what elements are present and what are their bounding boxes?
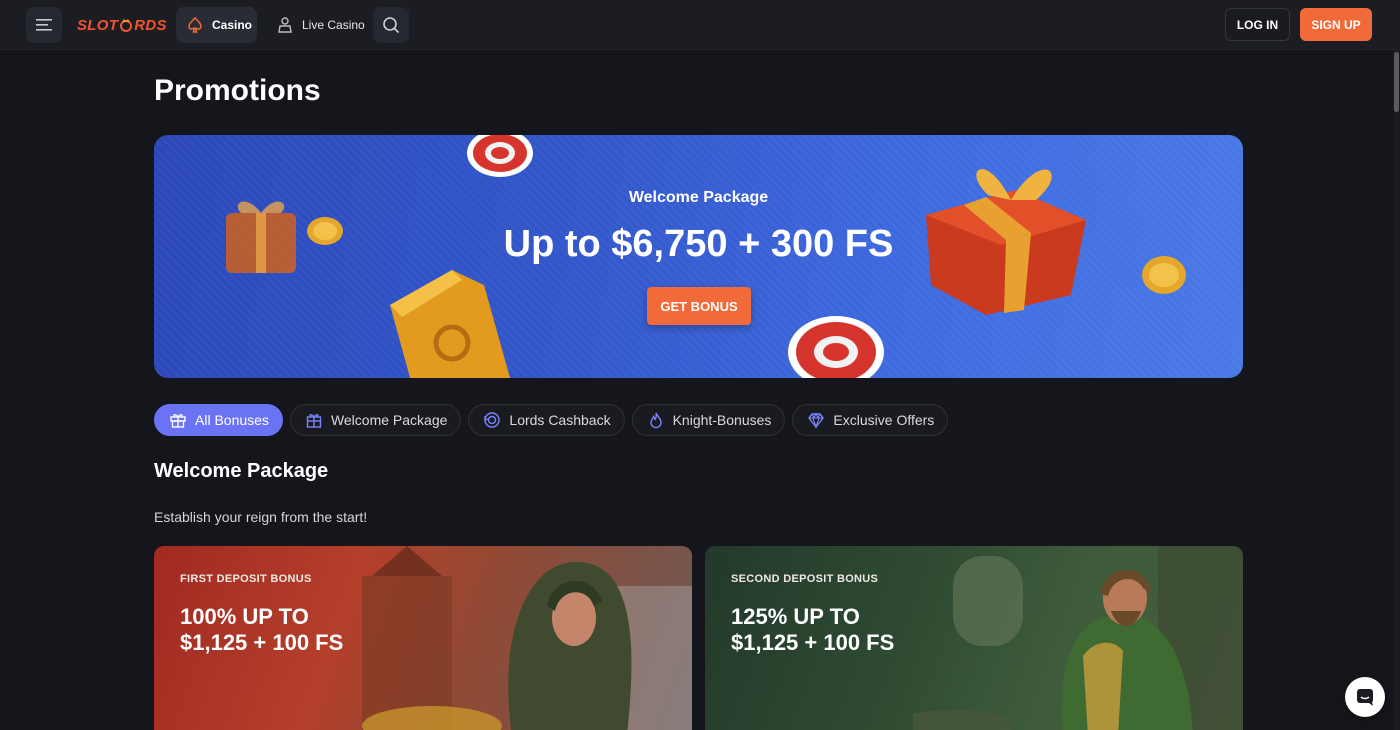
tab-lords-cashback[interactable]: Lords Cashback — [468, 404, 625, 436]
card-title: 100% UP TO $1,125 + 100 FS — [180, 604, 420, 656]
card-title-line2: $1,125 + 100 FS — [731, 630, 895, 655]
section-description: Establish your reign from the start! — [154, 509, 368, 525]
login-button[interactable]: LOG IN — [1225, 8, 1290, 41]
dealer-icon — [278, 17, 292, 33]
flame-icon — [649, 412, 662, 429]
nav-casino[interactable]: Casino — [176, 7, 257, 43]
card-label: FIRST DEPOSIT BONUS — [180, 573, 312, 585]
hero-title: Up to $6,750 + 300 FS — [503, 223, 894, 265]
tab-knight-bonuses[interactable]: Knight-Bonuses — [631, 404, 786, 436]
logo-text-left: SLOT — [77, 16, 119, 34]
card-title: 125% UP TO $1,125 + 100 FS — [731, 604, 971, 656]
card-title-line2: $1,125 + 100 FS — [180, 630, 344, 655]
tab-welcome-package[interactable]: Welcome Package — [289, 404, 462, 436]
top-header: SLOT RDS Casino Live Casino LOG IN SIGN … — [0, 0, 1400, 50]
second-deposit-bonus-card[interactable]: SECOND DEPOSIT BONUS 125% UP TO $1,125 +… — [705, 546, 1243, 730]
card-label: SECOND DEPOSIT BONUS — [731, 573, 879, 585]
first-deposit-bonus-card[interactable]: FIRST DEPOSIT BONUS 100% UP TO $1,125 + … — [154, 546, 692, 730]
gift-icon — [170, 414, 186, 428]
tab-label: Welcome Package — [330, 412, 448, 428]
card-title-line1: 100% UP TO — [180, 604, 309, 629]
signup-button[interactable]: SIGN UP — [1300, 8, 1372, 41]
logo-text-right: RDS — [134, 16, 167, 34]
welcome-hero-banner[interactable]: Welcome Package Up to $6,750 + 300 FS GE… — [154, 135, 1243, 378]
bonus-filter-tabs: All Bonuses Welcome Package Lords Cashba… — [154, 404, 949, 436]
tab-label: Exclusive Offers — [833, 412, 935, 428]
spade-icon — [188, 16, 202, 33]
gift-box-icon — [306, 414, 322, 428]
chat-icon — [1357, 689, 1373, 706]
cashback-icon — [484, 412, 501, 428]
gold-bar-decoration — [390, 270, 511, 378]
tab-label: Knight-Bonuses — [672, 412, 772, 428]
get-bonus-button[interactable]: GET BONUS — [647, 287, 751, 325]
section-title: Welcome Package — [154, 460, 329, 482]
menu-button[interactable] — [26, 7, 62, 43]
poker-chip-top — [467, 135, 533, 177]
diamond-icon — [808, 412, 825, 429]
hero-subtitle: Welcome Package — [628, 189, 769, 206]
hamburger-icon — [36, 19, 52, 31]
tab-label: Lords Cashback — [509, 412, 611, 428]
search-button[interactable] — [373, 7, 409, 43]
crown-logo-icon — [120, 19, 133, 32]
tab-exclusive-offers[interactable]: Exclusive Offers — [792, 404, 949, 436]
live-chat-button[interactable] — [1345, 677, 1385, 717]
site-logo[interactable]: SLOT RDS — [77, 13, 167, 37]
scrollbar-thumb[interactable] — [1394, 52, 1399, 112]
page-title: Promotions — [154, 74, 321, 107]
poker-chip-bottom — [788, 316, 884, 378]
tab-all-bonuses[interactable]: All Bonuses — [154, 404, 283, 436]
search-icon — [383, 17, 400, 34]
nav-casino-label: Casino — [212, 18, 253, 32]
nav-live-casino[interactable]: Live Casino — [270, 7, 371, 43]
page-scrollbar[interactable] — [1393, 50, 1400, 730]
nav-live-label: Live Casino — [302, 18, 365, 32]
card-title-line1: 125% UP TO — [731, 604, 860, 629]
tab-label: All Bonuses — [195, 412, 269, 428]
